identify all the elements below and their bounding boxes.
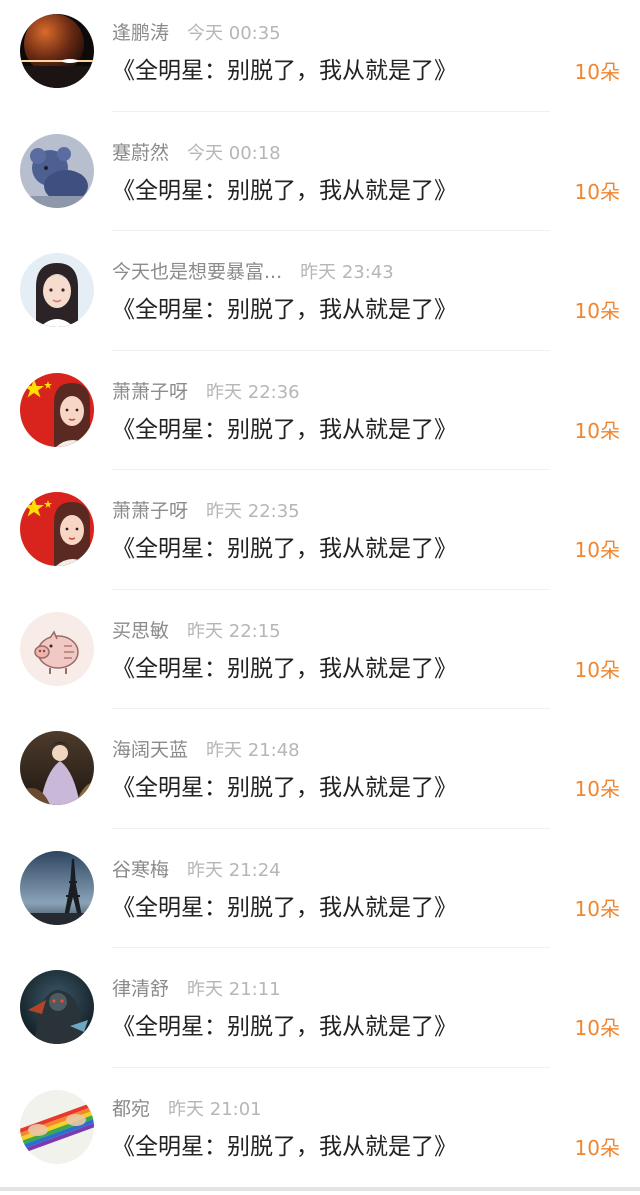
armored-hero-avatar-icon[interactable]: [20, 970, 94, 1044]
gift-title: 《全明星：别脱了，我从就是了》: [112, 890, 457, 926]
gift-title: 《全明星：别脱了，我从就是了》: [112, 1129, 457, 1165]
list-item[interactable]: 今天也是想要暴富... 昨天 23:43 《全明星：别脱了，我从就是了》 10朵: [0, 239, 640, 359]
flower-amount: 10朵: [575, 176, 620, 208]
record-time: 昨天 22:36: [206, 382, 300, 403]
record-meta: 萧萧子呀昨天 22:36: [112, 377, 300, 407]
flower-amount: 10朵: [575, 295, 620, 327]
record-time: 昨天 21:24: [187, 860, 281, 881]
gift-title: 《全明星：别脱了，我从就是了》: [112, 53, 457, 89]
record-time: 昨天 21:48: [206, 740, 300, 761]
divider: [112, 828, 550, 829]
user-name[interactable]: 今天也是想要暴富...: [112, 261, 282, 283]
gift-title: 《全明星：别脱了，我从就是了》: [112, 292, 457, 328]
flower-amount: 10朵: [575, 893, 620, 925]
record-meta: 买思敏昨天 22:15: [112, 616, 281, 646]
record-time: 昨天 21:11: [187, 979, 281, 1000]
rainbow-hands-avatar-icon[interactable]: [20, 1090, 94, 1164]
list-item[interactable]: 海阔天蓝昨天 21:48 《全明星：别脱了，我从就是了》 10朵: [0, 717, 640, 837]
girl-portrait-avatar-icon[interactable]: [20, 253, 94, 327]
list-item[interactable]: 萧萧子呀昨天 22:35 《全明星：别脱了，我从就是了》 10朵: [0, 478, 640, 598]
divider: [112, 350, 550, 351]
record-meta: 今天也是想要暴富... 昨天 23:43: [112, 257, 394, 287]
gift-record-list: 逢鹏涛今天 00:35 《全明星：别脱了，我从就是了》 10朵 蹇蔚然今天 00…: [0, 0, 640, 1191]
flower-amount: 10朵: [575, 1012, 620, 1044]
record-time: 今天 00:18: [187, 143, 281, 164]
gift-title: 《全明星：别脱了，我从就是了》: [112, 531, 457, 567]
record-meta: 逢鹏涛今天 00:35: [112, 18, 281, 48]
gift-title: 《全明星：别脱了，我从就是了》: [112, 1009, 457, 1045]
divider: [112, 111, 550, 112]
planet-avatar-icon[interactable]: [20, 14, 94, 88]
record-time: 昨天 22:15: [187, 621, 281, 642]
flower-amount: 10朵: [575, 1132, 620, 1164]
divider: [112, 1067, 550, 1068]
user-name[interactable]: 海阔天蓝: [112, 739, 188, 761]
list-item[interactable]: 谷寒梅昨天 21:24 《全明星：别脱了，我从就是了》 10朵: [0, 837, 640, 957]
record-meta: 律清舒昨天 21:11: [112, 974, 281, 1004]
record-meta: 萧萧子呀昨天 22:35: [112, 496, 300, 526]
flower-amount: 10朵: [575, 773, 620, 805]
divider: [112, 708, 550, 709]
record-time: 昨天 21:01: [168, 1099, 262, 1120]
divider: [112, 589, 550, 590]
user-name[interactable]: 谷寒梅: [112, 859, 169, 881]
record-time: 昨天 22:35: [206, 501, 300, 522]
flag-portrait-avatar-icon[interactable]: [20, 373, 94, 447]
plush-toy-avatar-icon[interactable]: [20, 134, 94, 208]
record-meta: 谷寒梅昨天 21:24: [112, 855, 281, 885]
eiffel-tower-avatar-icon[interactable]: [20, 851, 94, 925]
record-meta: 都宛昨天 21:01: [112, 1094, 262, 1124]
divider: [112, 469, 550, 470]
user-name[interactable]: 逢鹏涛: [112, 22, 169, 44]
user-name[interactable]: 买思敏: [112, 620, 169, 642]
list-item[interactable]: 买思敏昨天 22:15 《全明星：别脱了，我从就是了》 10朵: [0, 598, 640, 718]
flag-portrait-avatar-icon[interactable]: [20, 492, 94, 566]
list-item[interactable]: 蹇蔚然今天 00:18 《全明星：别脱了，我从就是了》 10朵: [0, 120, 640, 240]
gift-title: 《全明星：别脱了，我从就是了》: [112, 651, 457, 687]
flower-amount: 10朵: [575, 534, 620, 566]
gift-title: 《全明星：别脱了，我从就是了》: [112, 173, 457, 209]
user-name[interactable]: 都宛: [112, 1098, 150, 1120]
list-item[interactable]: 律清舒昨天 21:11 《全明星：别脱了，我从就是了》 10朵: [0, 956, 640, 1076]
list-item[interactable]: 萧萧子呀昨天 22:36 《全明星：别脱了，我从就是了》 10朵: [0, 359, 640, 479]
divider: [112, 947, 550, 948]
record-time: 昨天 23:43: [300, 262, 394, 283]
user-name[interactable]: 蹇蔚然: [112, 142, 169, 164]
user-name[interactable]: 萧萧子呀: [112, 381, 188, 403]
record-meta: 蹇蔚然今天 00:18: [112, 138, 281, 168]
flower-amount: 10朵: [575, 654, 620, 686]
flower-amount: 10朵: [575, 56, 620, 88]
divider: [112, 230, 550, 231]
list-item[interactable]: 都宛昨天 21:01 《全明星：别脱了，我从就是了》 10朵: [0, 1076, 640, 1195]
flower-amount: 10朵: [575, 415, 620, 447]
painting-avatar-icon[interactable]: [20, 731, 94, 805]
record-meta: 海阔天蓝昨天 21:48: [112, 735, 300, 765]
gift-title: 《全明星：别脱了，我从就是了》: [112, 770, 457, 806]
user-name[interactable]: 萧萧子呀: [112, 500, 188, 522]
bottom-bar: [0, 1187, 640, 1191]
gift-title: 《全明星：别脱了，我从就是了》: [112, 412, 457, 448]
record-time: 今天 00:35: [187, 23, 281, 44]
pig-sketch-avatar-icon[interactable]: [20, 612, 94, 686]
list-item[interactable]: 逢鹏涛今天 00:35 《全明星：别脱了，我从就是了》 10朵: [0, 0, 640, 120]
user-name[interactable]: 律清舒: [112, 978, 169, 1000]
